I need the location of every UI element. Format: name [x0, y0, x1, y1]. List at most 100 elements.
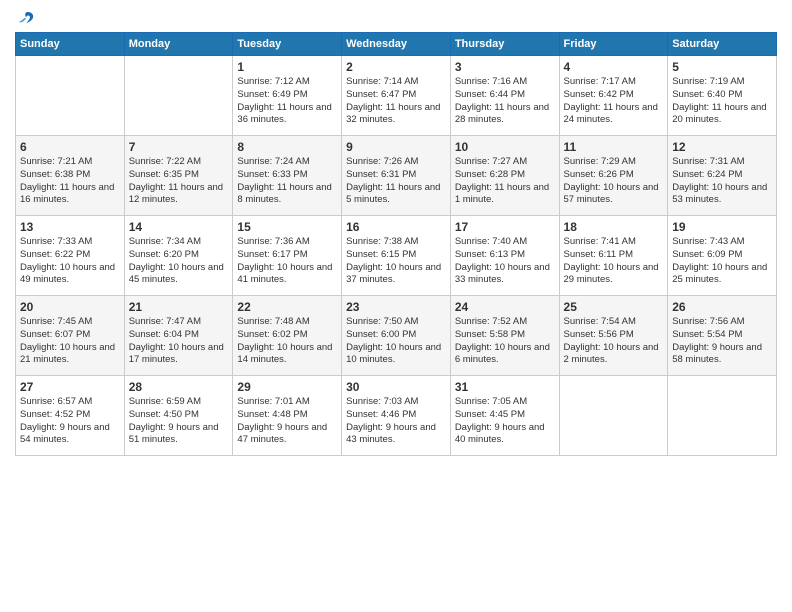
calendar-cell: 16 Sunrise: 7:38 AM Sunset: 6:15 PM Dayli… — [342, 216, 451, 296]
day-number: 27 — [20, 380, 120, 394]
calendar-cell: 29 Sunrise: 7:01 AM Sunset: 4:48 PM Dayli… — [233, 376, 342, 456]
day-info: Sunrise: 7:17 AM Sunset: 6:42 PM Dayligh… — [564, 76, 664, 127]
calendar-cell: 18 Sunrise: 7:41 AM Sunset: 6:11 PM Dayli… — [559, 216, 668, 296]
calendar-week-4: 20 Sunrise: 7:45 AM Sunset: 6:07 PM Dayli… — [16, 296, 777, 376]
day-info: Sunrise: 7:45 AM Sunset: 6:07 PM Dayligh… — [20, 316, 120, 367]
day-number: 19 — [672, 220, 772, 234]
calendar-table: SundayMondayTuesdayWednesdayThursdayFrid… — [15, 32, 777, 456]
day-info: Sunrise: 7:41 AM Sunset: 6:11 PM Dayligh… — [564, 236, 664, 287]
day-info: Sunrise: 7:52 AM Sunset: 5:58 PM Dayligh… — [455, 316, 555, 367]
calendar-cell: 28 Sunrise: 6:59 AM Sunset: 4:50 PM Dayli… — [124, 376, 233, 456]
day-info: Sunrise: 7:14 AM Sunset: 6:47 PM Dayligh… — [346, 76, 446, 127]
day-number: 28 — [129, 380, 229, 394]
day-info: Sunrise: 7:05 AM Sunset: 4:45 PM Dayligh… — [455, 396, 555, 447]
day-number: 10 — [455, 140, 555, 154]
calendar-week-2: 6 Sunrise: 7:21 AM Sunset: 6:38 PM Daylig… — [16, 136, 777, 216]
day-number: 15 — [237, 220, 337, 234]
day-info: Sunrise: 7:29 AM Sunset: 6:26 PM Dayligh… — [564, 156, 664, 207]
calendar-cell: 23 Sunrise: 7:50 AM Sunset: 6:00 PM Dayli… — [342, 296, 451, 376]
calendar-header: SundayMondayTuesdayWednesdayThursdayFrid… — [16, 33, 777, 56]
day-info: Sunrise: 7:54 AM Sunset: 5:56 PM Dayligh… — [564, 316, 664, 367]
calendar-week-3: 13 Sunrise: 7:33 AM Sunset: 6:22 PM Dayli… — [16, 216, 777, 296]
day-info: Sunrise: 7:01 AM Sunset: 4:48 PM Dayligh… — [237, 396, 337, 447]
calendar-cell: 1Sunrise: 7:12 AM Sunset: 6:49 PM Daylig… — [233, 56, 342, 136]
calendar-cell: 5 Sunrise: 7:19 AM Sunset: 6:40 PM Daylig… — [668, 56, 777, 136]
day-number: 12 — [672, 140, 772, 154]
day-info: Sunrise: 7:12 AM Sunset: 6:49 PM Dayligh… — [237, 76, 337, 127]
day-info: Sunrise: 7:38 AM Sunset: 6:15 PM Dayligh… — [346, 236, 446, 287]
day-info: Sunrise: 7:27 AM Sunset: 6:28 PM Dayligh… — [455, 156, 555, 207]
calendar-cell: 8Sunrise: 7:24 AM Sunset: 6:33 PM Daylig… — [233, 136, 342, 216]
day-number: 3 — [455, 60, 555, 74]
day-number: 30 — [346, 380, 446, 394]
day-number: 29 — [237, 380, 337, 394]
logo — [15, 10, 35, 24]
day-number: 11 — [564, 140, 664, 154]
day-info: Sunrise: 7:16 AM Sunset: 6:44 PM Dayligh… — [455, 76, 555, 127]
calendar-cell: 19 Sunrise: 7:43 AM Sunset: 6:09 PM Dayli… — [668, 216, 777, 296]
calendar-cell: 30 Sunrise: 7:03 AM Sunset: 4:46 PM Dayli… — [342, 376, 451, 456]
day-number: 25 — [564, 300, 664, 314]
day-info: Sunrise: 7:21 AM Sunset: 6:38 PM Dayligh… — [20, 156, 120, 207]
calendar-cell — [124, 56, 233, 136]
day-number: 20 — [20, 300, 120, 314]
day-number: 16 — [346, 220, 446, 234]
calendar-cell: 6 Sunrise: 7:21 AM Sunset: 6:38 PM Daylig… — [16, 136, 125, 216]
day-number: 5 — [672, 60, 772, 74]
day-info: Sunrise: 7:48 AM Sunset: 6:02 PM Dayligh… — [237, 316, 337, 367]
calendar-cell — [16, 56, 125, 136]
day-info: Sunrise: 7:33 AM Sunset: 6:22 PM Dayligh… — [20, 236, 120, 287]
calendar-cell: 22Sunrise: 7:48 AM Sunset: 6:02 PM Dayli… — [233, 296, 342, 376]
day-number: 6 — [20, 140, 120, 154]
day-number: 31 — [455, 380, 555, 394]
calendar-cell: 10 Sunrise: 7:27 AM Sunset: 6:28 PM Dayli… — [450, 136, 559, 216]
day-number: 9 — [346, 140, 446, 154]
calendar-cell: 13 Sunrise: 7:33 AM Sunset: 6:22 PM Dayli… — [16, 216, 125, 296]
day-number: 23 — [346, 300, 446, 314]
day-info: Sunrise: 7:43 AM Sunset: 6:09 PM Dayligh… — [672, 236, 772, 287]
day-number: 18 — [564, 220, 664, 234]
calendar-cell: 31 Sunrise: 7:05 AM Sunset: 4:45 PM Dayli… — [450, 376, 559, 456]
calendar-cell: 20 Sunrise: 7:45 AM Sunset: 6:07 PM Dayli… — [16, 296, 125, 376]
day-number: 24 — [455, 300, 555, 314]
day-number: 2 — [346, 60, 446, 74]
calendar-cell: 7 Sunrise: 7:22 AM Sunset: 6:35 PM Daylig… — [124, 136, 233, 216]
day-number: 8 — [237, 140, 337, 154]
calendar-cell — [559, 376, 668, 456]
day-info: Sunrise: 6:59 AM Sunset: 4:50 PM Dayligh… — [129, 396, 229, 447]
calendar-cell: 12 Sunrise: 7:31 AM Sunset: 6:24 PM Dayli… — [668, 136, 777, 216]
header-row: SundayMondayTuesdayWednesdayThursdayFrid… — [16, 33, 777, 56]
calendar-body: 1Sunrise: 7:12 AM Sunset: 6:49 PM Daylig… — [16, 56, 777, 456]
calendar-cell: 24 Sunrise: 7:52 AM Sunset: 5:58 PM Dayli… — [450, 296, 559, 376]
day-header-saturday: Saturday — [668, 33, 777, 56]
calendar-cell: 2 Sunrise: 7:14 AM Sunset: 6:47 PM Daylig… — [342, 56, 451, 136]
calendar-cell: 15Sunrise: 7:36 AM Sunset: 6:17 PM Dayli… — [233, 216, 342, 296]
day-info: Sunrise: 7:50 AM Sunset: 6:00 PM Dayligh… — [346, 316, 446, 367]
day-info: Sunrise: 7:03 AM Sunset: 4:46 PM Dayligh… — [346, 396, 446, 447]
day-header-tuesday: Tuesday — [233, 33, 342, 56]
page: SundayMondayTuesdayWednesdayThursdayFrid… — [0, 0, 792, 612]
day-number: 7 — [129, 140, 229, 154]
day-info: Sunrise: 7:47 AM Sunset: 6:04 PM Dayligh… — [129, 316, 229, 367]
day-info: Sunrise: 7:19 AM Sunset: 6:40 PM Dayligh… — [672, 76, 772, 127]
calendar-week-5: 27 Sunrise: 6:57 AM Sunset: 4:52 PM Dayli… — [16, 376, 777, 456]
calendar-cell: 21 Sunrise: 7:47 AM Sunset: 6:04 PM Dayli… — [124, 296, 233, 376]
calendar-cell: 26Sunrise: 7:56 AM Sunset: 5:54 PM Dayli… — [668, 296, 777, 376]
day-number: 21 — [129, 300, 229, 314]
calendar-cell: 9Sunrise: 7:26 AM Sunset: 6:31 PM Daylig… — [342, 136, 451, 216]
day-info: Sunrise: 7:34 AM Sunset: 6:20 PM Dayligh… — [129, 236, 229, 287]
day-number: 26 — [672, 300, 772, 314]
day-header-sunday: Sunday — [16, 33, 125, 56]
calendar-cell — [668, 376, 777, 456]
calendar-cell: 3 Sunrise: 7:16 AM Sunset: 6:44 PM Daylig… — [450, 56, 559, 136]
day-info: Sunrise: 7:40 AM Sunset: 6:13 PM Dayligh… — [455, 236, 555, 287]
day-header-monday: Monday — [124, 33, 233, 56]
day-number: 13 — [20, 220, 120, 234]
calendar-cell: 11 Sunrise: 7:29 AM Sunset: 6:26 PM Dayli… — [559, 136, 668, 216]
day-info: Sunrise: 7:22 AM Sunset: 6:35 PM Dayligh… — [129, 156, 229, 207]
day-number: 14 — [129, 220, 229, 234]
calendar-week-1: 1Sunrise: 7:12 AM Sunset: 6:49 PM Daylig… — [16, 56, 777, 136]
day-header-thursday: Thursday — [450, 33, 559, 56]
day-info: Sunrise: 6:57 AM Sunset: 4:52 PM Dayligh… — [20, 396, 120, 447]
day-info: Sunrise: 7:31 AM Sunset: 6:24 PM Dayligh… — [672, 156, 772, 207]
